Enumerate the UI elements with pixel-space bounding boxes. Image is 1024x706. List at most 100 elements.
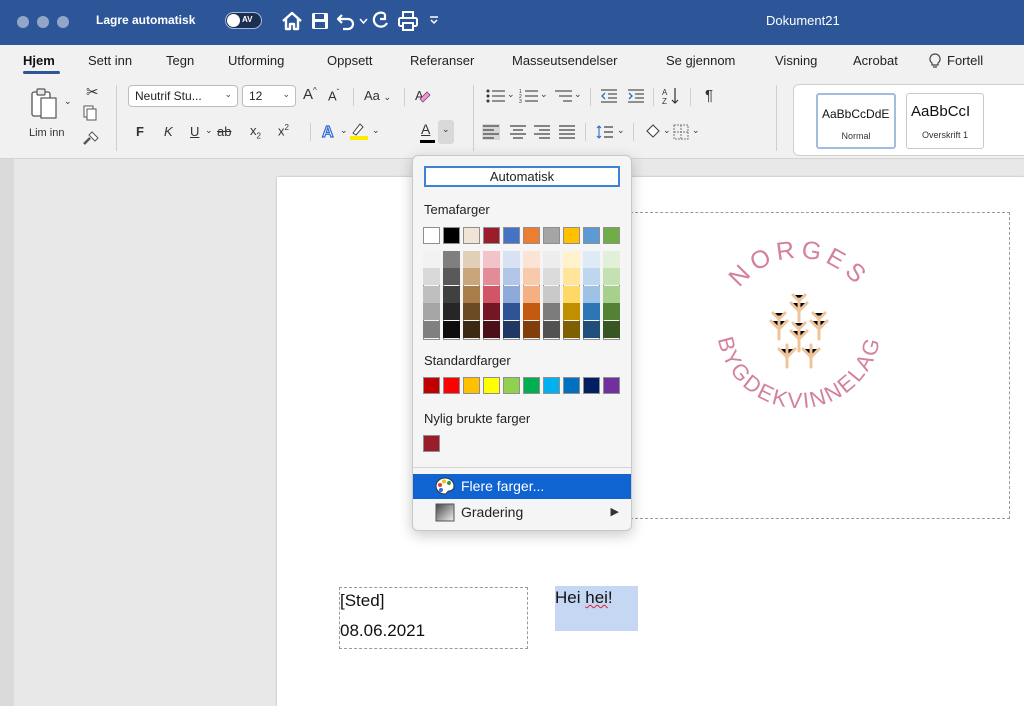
gradient-item[interactable]: Gradering ▶ xyxy=(413,500,631,525)
theme-shade-swatch[interactable] xyxy=(503,251,520,268)
theme-shade-swatch[interactable] xyxy=(463,320,480,338)
theme-shade-swatch[interactable] xyxy=(583,251,600,268)
tab-referanser[interactable]: Referanser xyxy=(410,53,474,68)
theme-shade-swatch[interactable] xyxy=(583,303,600,321)
copy-icon[interactable] xyxy=(83,105,97,121)
theme-shade-swatch[interactable] xyxy=(463,285,480,303)
underline-options-chevron-icon[interactable]: ⌄ xyxy=(205,125,213,136)
theme-shade-swatch[interactable] xyxy=(463,268,480,286)
format-painter-icon[interactable] xyxy=(82,130,100,146)
tab-acrobat[interactable]: Acrobat xyxy=(853,53,898,68)
theme-shade-swatch[interactable] xyxy=(523,320,540,338)
style-heading-1[interactable]: AaBbCcI Overskrift 1 xyxy=(906,93,984,149)
theme-shade-swatch[interactable] xyxy=(603,251,620,268)
standard-color-swatch[interactable] xyxy=(423,377,440,394)
theme-shade-swatch[interactable] xyxy=(603,268,620,286)
tab-oppsett[interactable]: Oppsett xyxy=(327,53,373,68)
theme-color-swatch[interactable] xyxy=(423,227,440,244)
theme-shade-swatch[interactable] xyxy=(443,285,460,303)
theme-color-swatch[interactable] xyxy=(583,227,600,244)
autosave-toggle[interactable]: AV xyxy=(225,12,262,29)
theme-shade-swatch[interactable] xyxy=(483,320,500,338)
more-colors-item[interactable]: Flere farger... xyxy=(413,474,631,499)
line-spacing-icon[interactable] xyxy=(596,124,614,140)
bullets-chevron-icon[interactable]: ⌄ xyxy=(507,89,515,100)
print-icon[interactable] xyxy=(397,10,419,32)
logo-frame[interactable]: NORGES BYGDEKVINNELAG xyxy=(630,212,1010,519)
theme-shade-swatch[interactable] xyxy=(583,285,600,303)
tab-fortell[interactable]: Fortell xyxy=(947,53,983,68)
tab-sett-inn[interactable]: Sett inn xyxy=(88,53,132,68)
theme-shade-swatch[interactable] xyxy=(443,303,460,321)
theme-shade-swatch[interactable] xyxy=(443,320,460,338)
theme-shade-swatch[interactable] xyxy=(483,285,500,303)
theme-shade-swatch[interactable] xyxy=(503,268,520,286)
theme-shade-swatch[interactable] xyxy=(603,320,620,338)
standard-color-swatch[interactable] xyxy=(603,377,620,394)
tab-visning[interactable]: Visning xyxy=(775,53,817,68)
customize-toolbar-icon[interactable] xyxy=(429,15,439,25)
font-color-dropdown-button[interactable]: ⌄ xyxy=(438,120,454,144)
theme-shade-swatch[interactable] xyxy=(563,268,580,286)
change-case-button[interactable]: Aa ⌄ xyxy=(364,88,391,103)
theme-shade-swatch[interactable] xyxy=(583,268,600,286)
align-center-icon[interactable] xyxy=(509,124,527,140)
tab-tegn[interactable]: Tegn xyxy=(166,53,194,68)
text-effects-chevron-icon[interactable]: ⌄ xyxy=(340,125,348,136)
standard-color-swatch[interactable] xyxy=(523,377,540,394)
subscript-button[interactable]: x2 xyxy=(250,123,261,141)
style-normal[interactable]: AaBbCcDdE Normal xyxy=(816,93,896,149)
theme-color-swatch[interactable] xyxy=(443,227,460,244)
font-size-select[interactable]: 12 ⌄ xyxy=(242,85,296,107)
theme-shade-swatch[interactable] xyxy=(523,303,540,321)
numbering-icon[interactable]: 123 xyxy=(519,88,539,104)
font-name-select[interactable]: Neutrif Stu... ⌄ xyxy=(128,85,238,107)
superscript-button[interactable]: x2 xyxy=(278,123,289,138)
home-icon[interactable] xyxy=(281,10,303,32)
theme-shade-swatch[interactable] xyxy=(563,285,580,303)
theme-shade-swatch[interactable] xyxy=(543,303,560,321)
theme-color-swatch[interactable] xyxy=(563,227,580,244)
decrease-indent-icon[interactable] xyxy=(600,88,618,104)
increase-indent-icon[interactable] xyxy=(627,88,645,104)
theme-color-swatch[interactable] xyxy=(523,227,540,244)
tab-utforming[interactable]: Utforming xyxy=(228,53,284,68)
zoom-window-button[interactable] xyxy=(57,16,69,28)
standard-color-swatch[interactable] xyxy=(583,377,600,394)
standard-color-swatch[interactable] xyxy=(543,377,560,394)
italic-button[interactable]: K xyxy=(164,124,173,139)
undo-dropdown-chevron-icon[interactable] xyxy=(359,18,368,24)
font-color-button[interactable]: A xyxy=(418,121,438,145)
standard-color-swatch[interactable] xyxy=(503,377,520,394)
theme-shade-swatch[interactable] xyxy=(523,251,540,268)
theme-shade-swatch[interactable] xyxy=(523,285,540,303)
grow-font-button[interactable]: A^ xyxy=(303,86,317,103)
theme-shade-swatch[interactable] xyxy=(543,320,560,338)
theme-shade-swatch[interactable] xyxy=(423,303,440,321)
highlight-chevron-icon[interactable]: ⌄ xyxy=(372,125,380,136)
minimize-window-button[interactable] xyxy=(37,16,49,28)
theme-color-swatch[interactable] xyxy=(543,227,560,244)
date-text[interactable]: 08.06.2021 xyxy=(340,621,425,641)
automatic-color-button[interactable]: Automatisk xyxy=(424,166,620,187)
theme-color-swatch[interactable] xyxy=(603,227,620,244)
tab-se-gjennom[interactable]: Se gjennom xyxy=(666,53,735,68)
theme-color-swatch[interactable] xyxy=(503,227,520,244)
align-left-icon[interactable] xyxy=(482,124,500,140)
borders-icon[interactable] xyxy=(673,124,689,140)
bullets-icon[interactable] xyxy=(486,88,506,104)
clear-formatting-icon[interactable]: A xyxy=(414,87,432,105)
theme-color-swatch[interactable] xyxy=(483,227,500,244)
theme-shade-swatch[interactable] xyxy=(463,303,480,321)
cut-icon[interactable]: ✂ xyxy=(86,83,99,101)
save-icon[interactable] xyxy=(310,11,330,31)
theme-shade-swatch[interactable] xyxy=(563,320,580,338)
theme-shade-swatch[interactable] xyxy=(563,251,580,268)
theme-color-swatch[interactable] xyxy=(463,227,480,244)
paste-label[interactable]: Lim inn xyxy=(29,127,64,139)
underline-button[interactable]: U xyxy=(190,124,199,139)
theme-shade-swatch[interactable] xyxy=(483,303,500,321)
selected-greeting-text[interactable]: Hei hei! xyxy=(555,586,638,631)
sort-icon[interactable]: AZ xyxy=(662,86,682,106)
theme-shade-swatch[interactable] xyxy=(523,268,540,286)
